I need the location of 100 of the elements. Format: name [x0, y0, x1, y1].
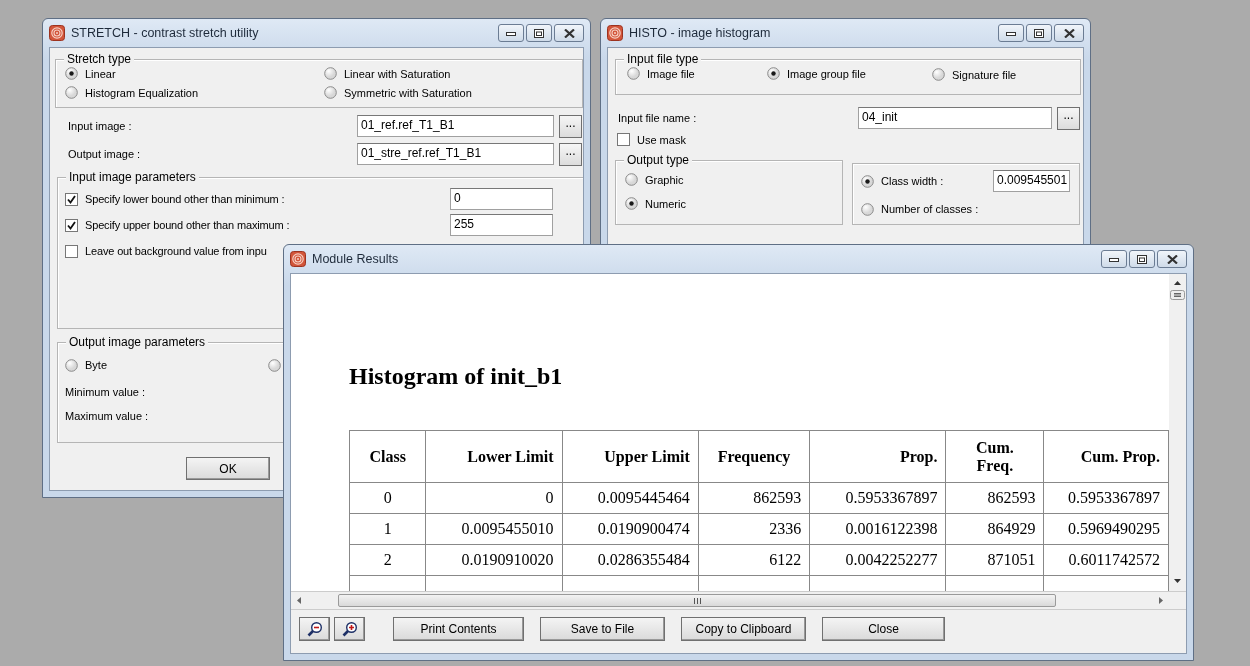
- option-label: Graphic: [645, 173, 684, 186]
- column-header: Class: [369, 447, 406, 466]
- radio-button[interactable]: [65, 86, 78, 99]
- table-cell: 0.0286355484: [597, 551, 690, 569]
- app-icon: [290, 251, 306, 267]
- minimize-button[interactable]: [998, 24, 1024, 42]
- option-label: Class width :: [881, 175, 944, 187]
- scroll-thumb[interactable]: [1170, 290, 1185, 300]
- maximize-button[interactable]: [1129, 250, 1155, 268]
- radio-button[interactable]: [932, 68, 945, 81]
- radio-button[interactable]: [861, 174, 874, 188]
- field-label: Maximum value :: [65, 410, 149, 422]
- group-label: Input image parameters: [66, 170, 199, 184]
- radio-button[interactable]: [268, 358, 281, 372]
- table-cell: 0.0190910020: [461, 551, 554, 569]
- column-header: Lower Limit: [467, 447, 554, 466]
- table-cell: 0.6011742572: [1068, 551, 1160, 569]
- zoom-out-button[interactable]: [299, 617, 330, 641]
- zoom-out-icon: [306, 621, 323, 637]
- right-arrow-icon: [1158, 596, 1164, 605]
- ok-button[interactable]: OK: [186, 457, 270, 480]
- checkbox[interactable]: [617, 133, 630, 146]
- radio-button[interactable]: [324, 67, 337, 80]
- text-field[interactable]: 255: [450, 214, 553, 236]
- radio-button[interactable]: [767, 67, 780, 80]
- checkbox[interactable]: [65, 192, 78, 206]
- option-label: Byte: [85, 359, 107, 371]
- table-cell: 862593: [753, 489, 802, 507]
- minimize-icon: [506, 30, 516, 36]
- window-title: HISTO - image histogram: [629, 26, 772, 40]
- title-bar[interactable]: STRETCH - contrast stretch utility: [49, 19, 584, 47]
- window-title: Module Results: [312, 252, 400, 266]
- option-label: Linear with Saturation: [344, 67, 451, 80]
- radio-button[interactable]: [324, 86, 337, 99]
- close-button[interactable]: Close: [822, 617, 945, 641]
- left-arrow-icon: [296, 596, 302, 605]
- report-heading: Histogram of init_b1: [349, 363, 563, 390]
- group-label: Stretch type: [64, 52, 135, 66]
- table-cell: 0.0095445464: [597, 489, 690, 507]
- table-cell: 0.5969490295: [1068, 520, 1160, 538]
- maximize-button[interactable]: [1026, 24, 1052, 42]
- text-field[interactable]: 01_stre_ref.ref_T1_B1: [357, 143, 554, 165]
- grip-icon: [692, 597, 702, 604]
- title-bar[interactable]: HISTO - image histogram: [607, 19, 1084, 47]
- table-cell: 0: [545, 489, 554, 507]
- close-icon: [1166, 254, 1178, 264]
- copy-button[interactable]: Copy to Clipboard: [681, 617, 806, 641]
- table-cell: 2336: [769, 520, 802, 538]
- restore-icon: [1137, 254, 1147, 264]
- option-label: Image group file: [787, 67, 866, 80]
- close-icon: [563, 28, 575, 38]
- save-button[interactable]: Save to File: [540, 617, 665, 641]
- column-header: Cum. Freq.: [976, 438, 1014, 475]
- option-label: Specify lower bound other than minimum :: [85, 193, 285, 205]
- browse-button[interactable]: ...: [559, 114, 582, 138]
- field-label: Input image :: [68, 120, 133, 132]
- text-field[interactable]: 0: [450, 188, 553, 210]
- group-label: Output image parameters: [66, 335, 209, 349]
- close-button[interactable]: [554, 24, 584, 42]
- title-bar[interactable]: Module Results: [290, 245, 1187, 273]
- app-icon: [49, 25, 65, 41]
- option-label: Linear: [85, 67, 116, 80]
- checkbox[interactable]: [65, 244, 78, 258]
- zoom-in-icon: [341, 621, 358, 637]
- radio-button[interactable]: [65, 358, 78, 372]
- group-label: Input file type: [624, 52, 702, 66]
- field-label: Input file name :: [618, 112, 698, 124]
- text-field[interactable]: 01_ref.ref_T1_B1: [357, 115, 554, 137]
- zoom-in-button[interactable]: [334, 617, 365, 641]
- minimize-icon: [1006, 30, 1016, 36]
- option-label: Signature file: [952, 68, 1017, 81]
- field-label: Output image :: [68, 148, 142, 160]
- option-label: Use mask: [637, 133, 686, 146]
- restore-icon: [534, 28, 544, 38]
- close-button[interactable]: [1054, 24, 1084, 42]
- radio-button[interactable]: [625, 197, 638, 210]
- radio-button[interactable]: [625, 173, 638, 186]
- table-cell: 862593: [987, 489, 1036, 507]
- browse-button[interactable]: ...: [1057, 106, 1080, 130]
- checkbox[interactable]: [65, 218, 78, 232]
- minimize-button[interactable]: [1101, 250, 1127, 268]
- scroll-thumb[interactable]: [338, 594, 1056, 607]
- radio-button[interactable]: [627, 67, 640, 80]
- app-icon: [607, 25, 623, 41]
- radio-button[interactable]: [861, 202, 874, 216]
- window-title: STRETCH - contrast stretch utility: [71, 26, 260, 40]
- radio-button[interactable]: [65, 67, 78, 80]
- minimize-icon: [1109, 256, 1119, 262]
- column-header: Prop.: [899, 447, 938, 466]
- text-field[interactable]: 0.009545501: [993, 170, 1070, 192]
- print-button[interactable]: Print Contents: [393, 617, 524, 641]
- maximize-button[interactable]: [526, 24, 552, 42]
- option-label: Leave out background value from inpu: [85, 245, 267, 257]
- table-cell: 1: [383, 520, 392, 538]
- close-button[interactable]: [1157, 250, 1187, 268]
- text-field[interactable]: 04_init: [858, 107, 1052, 129]
- minimize-button[interactable]: [498, 24, 524, 42]
- browse-button[interactable]: ...: [559, 142, 582, 166]
- horizontal-scrollbar[interactable]: [291, 592, 1186, 610]
- table-cell: 871051: [987, 551, 1036, 569]
